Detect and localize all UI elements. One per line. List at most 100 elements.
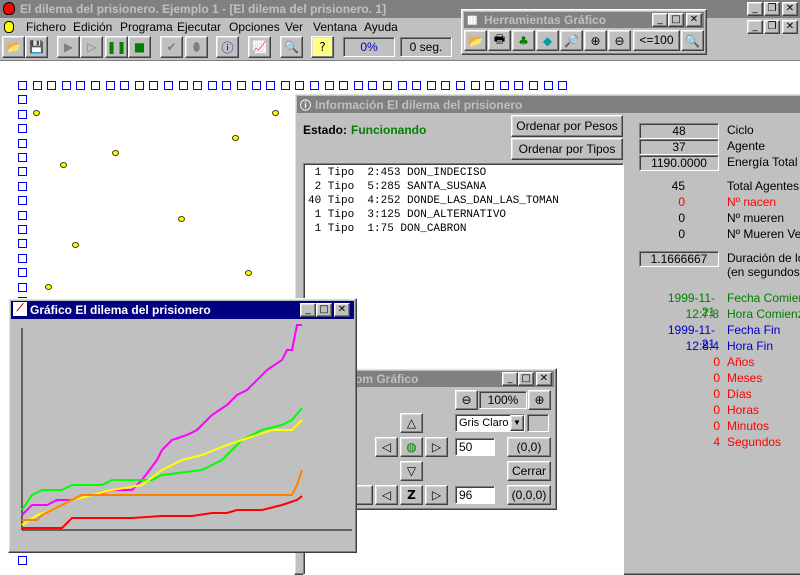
bug-icon[interactable]: ⬮ (185, 36, 208, 58)
zoom-maximize-button[interactable]: □ (518, 372, 534, 386)
sort-by-weight-button[interactable]: Ordenar por Pesos (511, 115, 623, 137)
grid-cell (18, 95, 27, 105)
menu-ejecutar[interactable]: Ejecutar (177, 20, 221, 34)
grid-cell (456, 81, 465, 90)
herramientas-minimize-button[interactable]: _ (652, 13, 668, 27)
stop-icon[interactable]: ■ (128, 36, 151, 58)
grid-cell (295, 81, 305, 90)
zoom-in-icon[interactable]: ⊕ (528, 390, 551, 410)
print-icon[interactable]: 🖶 (488, 30, 511, 51)
zoom-fit-icon[interactable]: 🔍 (681, 30, 704, 51)
open-icon[interactable]: 📂 (464, 30, 487, 51)
zoom-out-icon[interactable]: ⊖ (608, 30, 631, 51)
info-title: Información El dilema del prisionero (315, 98, 523, 112)
grid-cell (120, 81, 130, 90)
grid-cell (47, 81, 57, 90)
hora-fin-value: 12:8:4 (685, 339, 719, 353)
zoom-minimize-button[interactable]: _ (502, 372, 518, 386)
doc-minimize-button[interactable]: _ (747, 20, 763, 34)
grid-cell (149, 81, 159, 90)
menu-programa[interactable]: Programa (120, 20, 173, 34)
zoom-area-icon[interactable]: 🔎 (560, 30, 583, 51)
z-button[interactable]: Z (400, 485, 423, 505)
list-item[interactable]: 2 Tipo 5:285 SANTA_SUSANA (308, 181, 619, 195)
pan-left-icon[interactable]: ◁ (375, 437, 398, 457)
grid-cell (426, 81, 436, 90)
z-back-icon[interactable]: ◁ (375, 485, 398, 505)
info-icon[interactable]: ⓘ (216, 36, 239, 58)
doc-restore-button[interactable]: ❐ (764, 20, 780, 34)
save-icon[interactable]: 💾 (25, 36, 48, 58)
main-restore-button[interactable]: ❐ (764, 2, 780, 16)
grid-cell (134, 81, 144, 90)
list-item[interactable]: 1 Tipo 3:125 DON_ALTERNATIVO (308, 209, 619, 223)
list-item[interactable]: 40 Tipo 4:252 DONDE_LAS_DAN_LAS_TOMAN (308, 195, 619, 209)
search-icon[interactable]: 🔍 (280, 36, 303, 58)
coord3-button[interactable]: (0,0,0) (507, 485, 551, 505)
grafico-close-button[interactable]: ✕ (334, 303, 350, 317)
step-icon[interactable]: ▶ (57, 36, 80, 58)
herramientas-close-button[interactable]: ✕ (686, 13, 702, 27)
chart-icon[interactable]: 📈 (248, 36, 271, 58)
main-minimize-button[interactable]: _ (747, 2, 763, 16)
z-field[interactable]: 96 (455, 486, 495, 504)
agent-icon (272, 110, 279, 116)
series-orange (22, 469, 303, 521)
agent-icon (45, 284, 52, 290)
info-titlebar[interactable]: ⓘ Información El dilema del prisionero (297, 96, 800, 113)
agent-icon (60, 162, 67, 168)
limit-button[interactable]: <=100 (633, 30, 680, 51)
close-button[interactable]: Cerrar (507, 461, 551, 481)
globe-icon[interactable]: ◍ (400, 437, 423, 457)
zoom-in-icon[interactable]: ⊕ (584, 30, 607, 51)
palette-icon[interactable]: ♣ (512, 30, 535, 51)
duracion-label: Duración de los (727, 251, 800, 265)
color-swatch (527, 414, 549, 432)
pan-down-icon[interactable]: ▽ (400, 461, 423, 481)
coord-button[interactable]: (0,0) (507, 437, 551, 457)
grafico-maximize-button[interactable]: □ (316, 303, 332, 317)
color-select[interactable]: Gris Claro ▼ (455, 414, 525, 432)
menu-edicion[interactable]: Edición (73, 20, 112, 34)
sort-by-type-button[interactable]: Ordenar por Tipos (511, 138, 623, 160)
z-forward-icon[interactable]: ▷ (425, 485, 448, 505)
zoom-out-icon[interactable]: ⊖ (455, 390, 478, 410)
main-close-button[interactable]: ✕ (782, 2, 798, 16)
estado-label: Estado: (303, 123, 348, 137)
doc-icon (4, 21, 14, 33)
list-item[interactable]: 1 Tipo 1:75 DON_CABRON (308, 223, 619, 237)
menu-ayuda[interactable]: Ayuda (364, 20, 398, 34)
grid-cell (383, 81, 392, 90)
estado-value: Funcionando (351, 123, 427, 137)
agent-icon (232, 135, 239, 141)
mueren-vejez-label: Nº Mueren Vejez (727, 227, 800, 241)
zoom-close-button[interactable]: ✕ (536, 372, 552, 386)
agent-icon (33, 110, 40, 116)
doc-close-button[interactable]: ✕ (782, 20, 798, 34)
x-field[interactable]: 50 (455, 438, 495, 456)
grafico-minimize-button[interactable]: _ (300, 303, 316, 317)
eraser-icon[interactable]: ◆ (536, 30, 559, 51)
color-select-value: Gris Claro (459, 417, 509, 429)
ciclo-value: 48 (639, 123, 719, 139)
pan-up-icon[interactable]: △ (400, 413, 423, 433)
energia-value: 1190.0000 (639, 155, 719, 171)
play-icon[interactable]: ▷ (80, 36, 103, 58)
menu-fichero[interactable]: Fichero (26, 20, 66, 34)
check-icon[interactable]: ✔ (160, 36, 183, 58)
help-icon[interactable]: ? (311, 36, 334, 58)
pan-right-icon[interactable]: ▷ (425, 437, 448, 457)
grid-cell (18, 210, 27, 220)
pause-icon[interactable]: ❚❚ (105, 36, 128, 58)
herramientas-title: Herramientas Gráfico (484, 13, 607, 27)
menu-ver[interactable]: Ver (285, 20, 303, 34)
list-item[interactable]: 1 Tipo 2:453 DON_INDECISO (308, 167, 619, 181)
open-folder-icon[interactable]: 📂 (2, 36, 25, 58)
herramientas-maximize-button[interactable]: □ (668, 13, 684, 27)
menu-opciones[interactable]: Opciones (229, 20, 280, 34)
grid-cell (237, 81, 246, 90)
anos-label: Años (727, 355, 755, 369)
chevron-down-icon[interactable]: ▼ (510, 415, 524, 431)
agente-value: 37 (639, 139, 719, 155)
menu-ventana[interactable]: Ventana (313, 20, 357, 34)
